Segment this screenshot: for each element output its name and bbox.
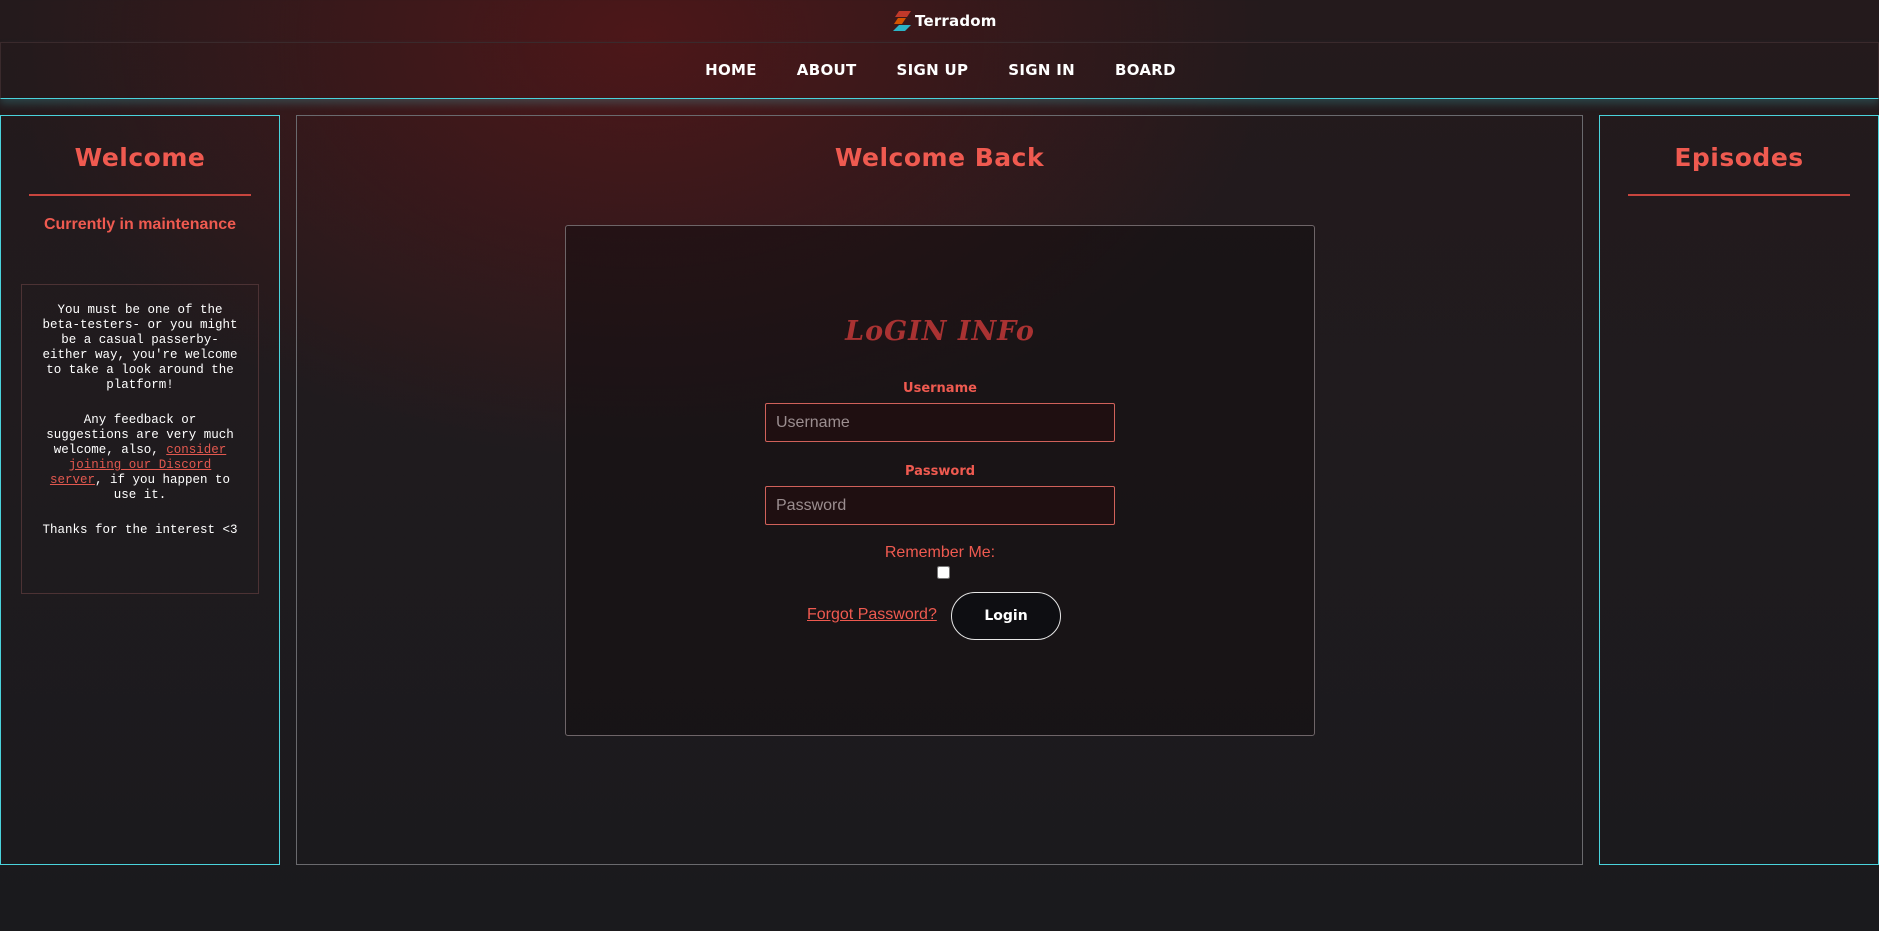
nav-sign-up[interactable]: SIGN UP — [897, 61, 969, 79]
welcome-panel: Welcome Currently in maintenance You mus… — [0, 115, 280, 865]
login-button[interactable]: Login — [951, 592, 1061, 640]
welcome-divider — [29, 194, 251, 196]
episodes-panel: Episodes — [1599, 115, 1879, 865]
top-header: Terradom — [0, 0, 1879, 42]
episodes-divider — [1628, 194, 1850, 196]
password-input[interactable] — [765, 486, 1115, 525]
login-panel: Welcome Back LoGIN INFo Username Passwor… — [296, 115, 1583, 865]
remember-me-label: Remember Me: — [884, 544, 996, 561]
nav-about[interactable]: ABOUT — [797, 61, 857, 79]
remember-me-checkbox[interactable] — [937, 566, 950, 579]
password-label: Password — [904, 464, 976, 479]
forgot-password-link[interactable]: Forgot Password? — [807, 606, 937, 624]
username-label: Username — [903, 381, 977, 396]
welcome-back-title: Welcome Back — [834, 143, 1045, 172]
maintenance-status: Currently in maintenance — [43, 216, 237, 233]
episodes-title: Episodes — [1674, 143, 1804, 172]
login-info-heading: LoGIN INFo — [845, 316, 1035, 347]
nav-home[interactable]: HOME — [705, 61, 757, 79]
notice-paragraph-1: You must be one of the beta-testers- or … — [42, 303, 238, 392]
nav-sign-in[interactable]: SIGN IN — [1008, 61, 1075, 79]
nav-list: HOME ABOUT SIGN UP SIGN IN BOARD — [1, 61, 1879, 79]
nav-board[interactable]: BOARD — [1115, 61, 1176, 79]
username-input[interactable] — [765, 403, 1115, 442]
terradom-logo-icon — [893, 11, 911, 31]
welcome-title: Welcome — [74, 143, 206, 172]
brand-name: Terradom — [915, 12, 997, 30]
login-form: LoGIN INFo Username Password Remember Me… — [565, 225, 1315, 736]
notice-paragraph-3: Thanks for the interest <3 — [42, 523, 238, 537]
notice-paragraph-2-tail: , if you happen to use it. — [94, 473, 231, 502]
main-navbar: HOME ABOUT SIGN UP SIGN IN BOARD — [0, 42, 1879, 99]
beta-notice-box: You must be one of the beta-testers- or … — [21, 284, 259, 594]
brand[interactable]: Terradom — [893, 8, 997, 34]
notice-paragraph-2: Any feedback or suggestions are very muc… — [40, 413, 240, 503]
